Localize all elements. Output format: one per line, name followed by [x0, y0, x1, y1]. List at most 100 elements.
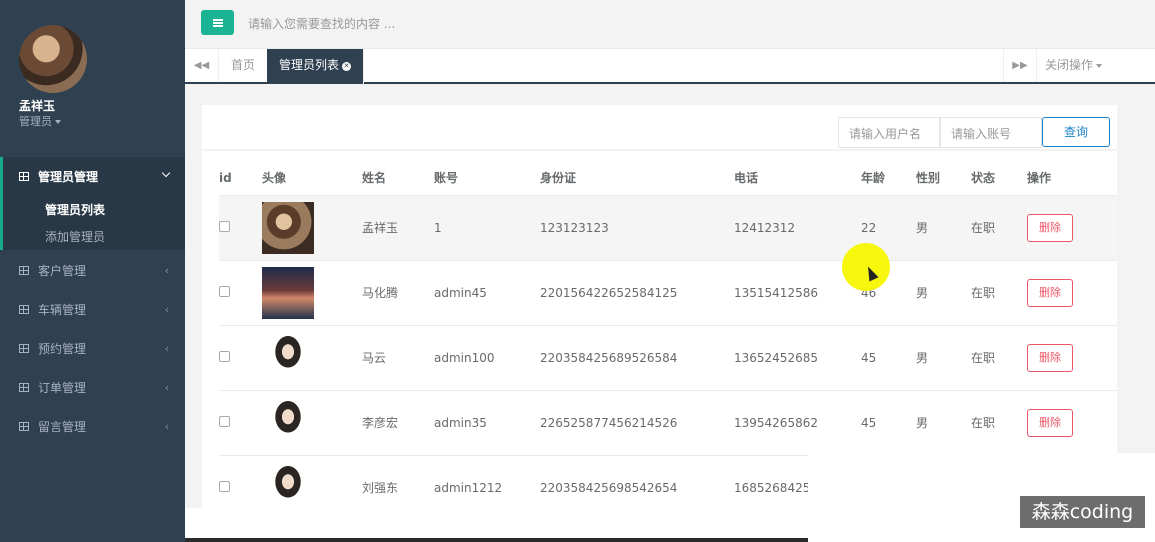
delete-button[interactable]: 删除 — [1027, 213, 1073, 242]
caret-down-icon — [1096, 63, 1103, 68]
avatar-cell — [262, 390, 362, 456]
sidebar-item-label: 订单管理 — [38, 381, 87, 395]
table-row[interactable]: 孟祥玉 1 123123123 12412312 22 男 在职 删除 — [219, 195, 1117, 261]
chevron-left-icon: ‹ — [164, 303, 169, 316]
table-icon — [19, 172, 29, 181]
row-checkbox[interactable] — [219, 220, 230, 232]
sidebar-subitem-add-admin[interactable]: 添加管理员 — [3, 223, 185, 250]
menu-toggle-button[interactable] — [201, 10, 234, 35]
table-icon — [19, 305, 29, 314]
close-operations-dropdown[interactable]: 关闭操作 — [1037, 49, 1109, 82]
table-row[interactable]: 李彦宏 admin35 226525877456214526 139542658… — [219, 390, 1117, 456]
sidebar-item-orders[interactable]: 订单管理 ‹ — [0, 368, 185, 407]
chevron-left-icon: ‹ — [164, 420, 169, 433]
bottom-edge — [185, 538, 808, 542]
account-cell: 1 — [434, 195, 540, 261]
sidebar-item-label: 管理员管理 — [38, 170, 99, 184]
bottom-overlay — [185, 508, 808, 542]
delete-button[interactable]: 删除 — [1027, 408, 1073, 437]
account-search-input[interactable]: 请输入账号 — [940, 117, 1042, 148]
phone-cell: 12412312 — [734, 195, 861, 261]
username-search-input[interactable]: 请输入用户名 — [838, 117, 940, 148]
row-checkbox[interactable] — [219, 415, 230, 427]
tab-scroll-right-button[interactable]: ▶▶ — [1003, 49, 1037, 82]
table-icon — [19, 422, 29, 431]
nav-group-admin: 管理员管理 管理员列表 添加管理员 — [0, 157, 185, 250]
age-cell: 45 — [861, 325, 916, 391]
chevron-left-icon: ‹ — [164, 381, 169, 394]
name-cell: 马云 — [362, 325, 434, 391]
row-checkbox-cell — [219, 325, 262, 391]
tab-scroll-left-button[interactable]: ◀◀ — [185, 49, 219, 82]
column-header: 操作 — [1027, 161, 1117, 196]
column-header: 年龄 — [861, 161, 916, 196]
sidebar: 孟祥玉 管理员 管理员管理 管理员列表 添加管理员 客户管理 ‹ 车辆管理 ‹ … — [0, 0, 185, 542]
name-cell: 马化腾 — [362, 260, 434, 326]
gender-cell: 男 — [916, 325, 971, 391]
query-button[interactable]: 查询 — [1042, 117, 1110, 147]
avatar-cell — [262, 325, 362, 391]
user-role-dropdown[interactable]: 管理员 — [19, 113, 61, 129]
table-icon — [19, 266, 29, 275]
chevron-left-icon: ‹ — [164, 264, 169, 277]
sidebar-item-label: 车辆管理 — [38, 303, 87, 317]
avatar-cell — [262, 260, 362, 326]
avatar — [262, 461, 314, 514]
status-cell: 在职 — [971, 325, 1027, 391]
global-search-input[interactable]: 请输入您需要查找的内容 ... — [248, 15, 395, 32]
row-checkbox[interactable] — [219, 285, 230, 297]
watermark: 森森coding — [1020, 496, 1145, 528]
phone-cell: 13652452685 — [734, 325, 861, 391]
status-cell: 在职 — [971, 195, 1027, 261]
column-header: 账号 — [434, 161, 540, 196]
top-navbar: 请输入您需要查找的内容 ... — [185, 0, 1155, 49]
gender-cell: 男 — [916, 390, 971, 456]
sidebar-item-customers[interactable]: 客户管理 ‹ — [0, 251, 185, 290]
avatar — [262, 266, 314, 319]
chevron-left-icon: ‹ — [164, 342, 169, 355]
user-avatar[interactable] — [19, 25, 87, 93]
caret-down-icon — [55, 120, 61, 124]
column-header: 身份证 — [540, 161, 734, 196]
sidebar-item-label: 客户管理 — [38, 264, 87, 278]
table-row[interactable]: 马云 admin100 220358425689526584 136524526… — [219, 325, 1117, 391]
action-cell: 删除 — [1027, 195, 1117, 261]
table-row[interactable]: 马化腾 admin45 220156422652584125 135154125… — [219, 260, 1117, 326]
close-icon[interactable]: ✕ — [342, 62, 352, 71]
id-card-cell: 220156422652584125 — [540, 260, 734, 326]
account-cell: admin45 — [434, 260, 540, 326]
profile-block: 孟祥玉 管理员 — [0, 0, 185, 157]
sidebar-item-vehicles[interactable]: 车辆管理 ‹ — [0, 290, 185, 329]
avatar — [262, 331, 314, 384]
id-card-cell: 220358425689526584 — [540, 325, 734, 391]
tab-admin-list[interactable]: 管理员列表 ✕ — [267, 49, 365, 84]
row-checkbox[interactable] — [219, 480, 230, 492]
age-cell: 45 — [861, 390, 916, 456]
column-header: 姓名 — [362, 161, 434, 196]
column-header: 头像 — [262, 161, 362, 196]
status-cell: 在职 — [971, 260, 1027, 326]
id-card-cell: 123123123 — [540, 195, 734, 261]
delete-button[interactable]: 删除 — [1027, 278, 1073, 307]
id-card-cell: 226525877456214526 — [540, 390, 734, 456]
chevron-down-icon — [161, 168, 171, 178]
tab-label: 管理员列表 — [279, 58, 340, 72]
delete-button[interactable]: 删除 — [1027, 343, 1073, 372]
sidebar-item-label: 留言管理 — [38, 420, 87, 434]
row-checkbox[interactable] — [219, 350, 230, 362]
account-cell: admin35 — [434, 390, 540, 456]
avatar — [262, 396, 314, 449]
name-cell: 孟祥玉 — [362, 195, 434, 261]
column-header: 电话 — [734, 161, 861, 196]
action-cell: 删除 — [1027, 260, 1117, 326]
account-cell: admin100 — [434, 325, 540, 391]
tab-home[interactable]: 首页 — [219, 49, 269, 82]
sidebar-item-messages[interactable]: 留言管理 ‹ — [0, 407, 185, 446]
nav-groups: 客户管理 ‹ 车辆管理 ‹ 预约管理 ‹ 订单管理 ‹ 留言管理 ‹ — [0, 251, 185, 446]
sidebar-item-admin-management[interactable]: 管理员管理 — [3, 157, 185, 196]
row-checkbox-cell — [219, 260, 262, 326]
row-checkbox-cell — [219, 390, 262, 456]
tab-bar: ◀◀ 首页 管理员列表 ✕ ▶▶ 关闭操作 — [185, 49, 1155, 84]
sidebar-subitem-admin-list[interactable]: 管理员列表 — [3, 196, 185, 223]
sidebar-item-appointments[interactable]: 预约管理 ‹ — [0, 329, 185, 368]
